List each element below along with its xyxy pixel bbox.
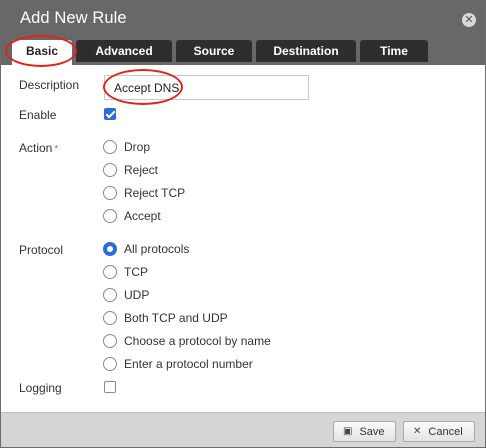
radio-button[interactable] bbox=[103, 163, 117, 177]
enable-checkbox[interactable] bbox=[104, 108, 116, 120]
radio-button[interactable] bbox=[103, 288, 117, 302]
save-button[interactable]: ▣ Save bbox=[333, 421, 396, 442]
radio-button[interactable] bbox=[103, 186, 117, 200]
tab-time[interactable]: Time bbox=[360, 40, 428, 62]
tab-destination[interactable]: Destination bbox=[256, 40, 356, 62]
floppy-icon: ▣ bbox=[343, 426, 353, 437]
action-label-text: Action bbox=[19, 141, 53, 155]
tab-source[interactable]: Source bbox=[176, 40, 252, 62]
radio-label: Choose a protocol by name bbox=[124, 334, 271, 348]
tab-label: Advanced bbox=[95, 44, 153, 58]
radio-label: UDP bbox=[124, 288, 150, 302]
logging-label: Logging bbox=[19, 381, 62, 395]
dialog-titlebar: Add New Rule ✕ Basic Advanced Source Des… bbox=[1, 1, 485, 65]
radio-button[interactable] bbox=[103, 357, 117, 371]
radio-label: Enter a protocol number bbox=[124, 357, 253, 371]
radio-button[interactable] bbox=[103, 209, 117, 223]
dialog-footer: ▣ Save ✕ Cancel bbox=[1, 412, 485, 447]
radio-label: Drop bbox=[124, 140, 151, 154]
radio-label: Reject TCP bbox=[124, 186, 186, 200]
save-button-label: Save bbox=[359, 425, 385, 438]
tab-label: Source bbox=[193, 44, 235, 58]
radio-label: Both TCP and UDP bbox=[124, 311, 228, 325]
radio-label: Accept bbox=[124, 209, 161, 223]
cancel-button-label: Cancel bbox=[428, 425, 463, 438]
radio-button[interactable] bbox=[103, 311, 117, 325]
dialog-title: Add New Rule bbox=[20, 9, 127, 27]
radio-button[interactable] bbox=[103, 140, 117, 154]
radio-button-selected[interactable] bbox=[103, 242, 117, 256]
cancel-button[interactable]: ✕ Cancel bbox=[403, 421, 475, 442]
radio-button[interactable] bbox=[103, 334, 117, 348]
radio-label: TCP bbox=[124, 265, 148, 279]
action-label: Action * bbox=[19, 141, 58, 155]
tab-basic[interactable]: Basic bbox=[12, 40, 72, 65]
required-asterisk: * bbox=[54, 144, 59, 155]
add-rule-dialog: Add New Rule ✕ Basic Advanced Source Des… bbox=[0, 0, 486, 448]
tab-label: Time bbox=[380, 44, 408, 58]
description-label: Description bbox=[19, 78, 80, 92]
tab-advanced[interactable]: Advanced bbox=[76, 40, 172, 62]
description-input[interactable] bbox=[104, 75, 309, 100]
enable-label: Enable bbox=[19, 108, 57, 122]
close-icon[interactable]: ✕ bbox=[462, 13, 476, 27]
radio-label: Reject bbox=[124, 163, 159, 177]
logging-checkbox[interactable] bbox=[104, 381, 116, 393]
tab-label: Destination bbox=[273, 44, 339, 58]
radio-button[interactable] bbox=[103, 265, 117, 279]
protocol-label: Protocol bbox=[19, 243, 64, 257]
radio-label: All protocols bbox=[124, 242, 190, 256]
tab-label: Basic bbox=[25, 44, 59, 58]
close-icon: ✕ bbox=[413, 426, 422, 437]
